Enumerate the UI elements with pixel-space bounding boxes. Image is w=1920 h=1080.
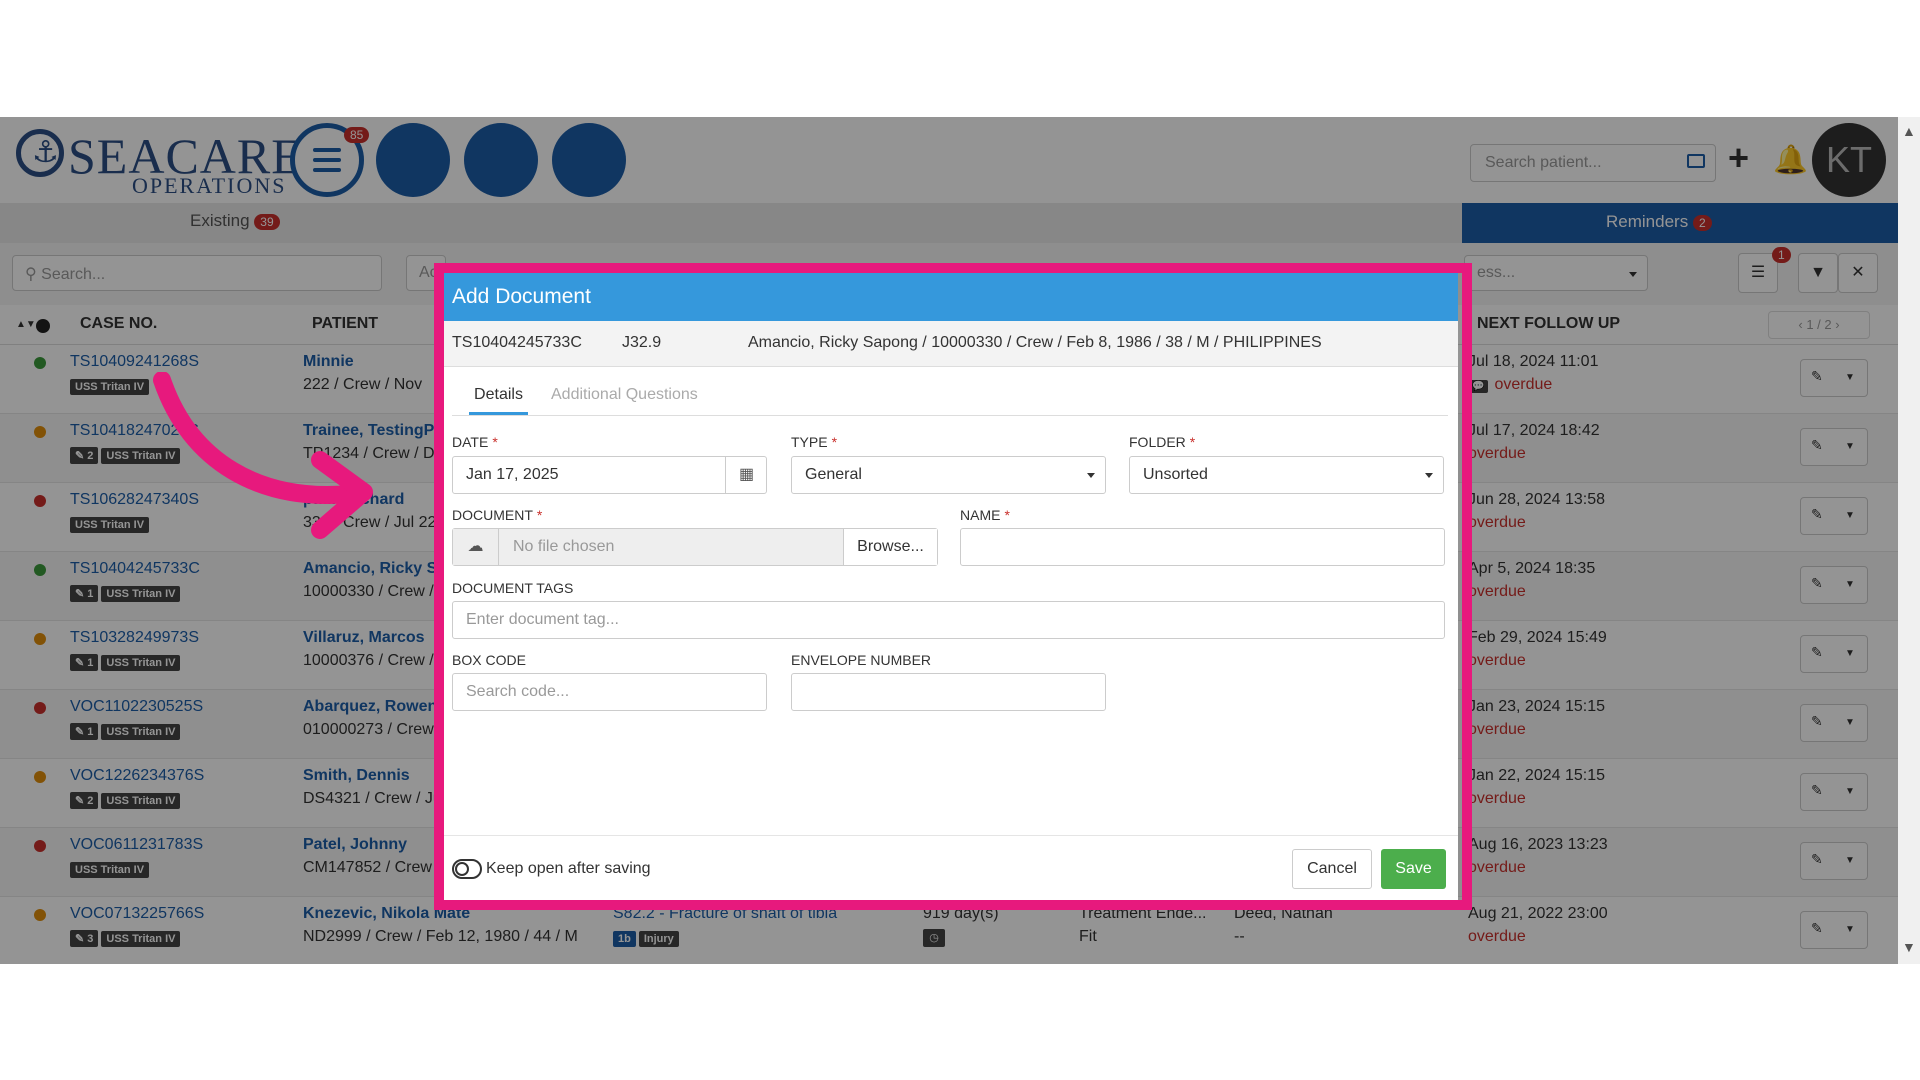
box-code-label: BOX CODE: [452, 652, 526, 668]
case-info-bar: TS10404245733C J32.9 Amancio, Ricky Sapo…: [444, 321, 1458, 367]
type-required-mark: *: [831, 434, 838, 450]
tab-details[interactable]: Details: [469, 386, 528, 415]
type-value: General: [805, 466, 862, 483]
name-required-mark: *: [1004, 507, 1010, 523]
add-document-modal: Add Document TS10404245733C J32.9 Amanci…: [444, 273, 1458, 900]
document-required-mark: *: [536, 507, 543, 523]
date-value: Jan 17, 2025: [466, 466, 559, 483]
box-code-input[interactable]: Search code...: [452, 673, 767, 711]
modal-tabs: Details Additional Questions: [452, 376, 1448, 416]
cloud-upload-icon: ☁: [453, 529, 499, 565]
document-label-text: DOCUMENT: [452, 507, 533, 523]
pointer-arrow-icon: [153, 372, 373, 539]
document-file-input[interactable]: ☁ No file chosen Browse...: [452, 528, 938, 566]
keep-open-toggle[interactable]: [452, 859, 482, 879]
folder-required-mark: *: [1189, 434, 1196, 450]
document-tags-placeholder: Enter document tag...: [466, 611, 619, 628]
chevron-down-icon: [1425, 473, 1433, 478]
patient-summary: Amancio, Ricky Sapong / 10000330 / Crew …: [748, 334, 1322, 351]
chevron-down-icon: [1087, 473, 1095, 478]
type-label: TYPE *: [791, 434, 837, 450]
scroll-down-icon[interactable]: ▼: [1902, 939, 1916, 955]
date-input[interactable]: Jan 17, 2025 ▦: [452, 456, 767, 494]
document-tags-input[interactable]: Enter document tag...: [452, 601, 1445, 639]
cancel-button[interactable]: Cancel: [1292, 849, 1372, 889]
save-button[interactable]: Save: [1381, 849, 1446, 889]
file-status: No file chosen: [513, 538, 615, 555]
date-required-mark: *: [492, 434, 498, 450]
case-number: TS10404245733C: [452, 334, 582, 351]
document-label: DOCUMENT *: [452, 507, 542, 523]
box-code-placeholder: Search code...: [466, 683, 570, 700]
envelope-number-label: ENVELOPE NUMBER: [791, 652, 932, 668]
screen: ⚓ SEACARE OPERATIONS 85 Search patient..…: [0, 117, 1920, 964]
keep-open-label: Keep open after saving: [486, 860, 651, 877]
type-select[interactable]: General: [791, 456, 1106, 494]
diagnosis-code: J32.9: [622, 334, 662, 351]
folder-select[interactable]: Unsorted: [1129, 456, 1444, 494]
date-label-text: DATE: [452, 434, 489, 450]
envelope-number-input[interactable]: [791, 673, 1106, 711]
scrollbar[interactable]: ▲ ▼: [1898, 117, 1920, 964]
browse-button[interactable]: Browse...: [843, 529, 937, 565]
scroll-up-icon[interactable]: ▲: [1902, 123, 1916, 139]
modal-footer: Keep open after saving Cancel Save: [444, 835, 1458, 900]
name-label-text: NAME: [960, 507, 1001, 523]
name-label: NAME *: [960, 507, 1010, 523]
calendar-icon[interactable]: ▦: [725, 457, 767, 493]
document-tags-label: DOCUMENT TAGS: [452, 580, 574, 596]
folder-label-text: FOLDER: [1129, 434, 1186, 450]
toggle-knob: [455, 862, 469, 876]
date-label: DATE *: [452, 434, 498, 450]
type-label-text: TYPE: [791, 434, 828, 450]
modal-title: Add Document: [444, 273, 1458, 321]
tab-additional-questions[interactable]: Additional Questions: [551, 386, 698, 404]
folder-label: FOLDER *: [1129, 434, 1195, 450]
name-input[interactable]: [960, 528, 1445, 566]
folder-value: Unsorted: [1143, 466, 1208, 483]
